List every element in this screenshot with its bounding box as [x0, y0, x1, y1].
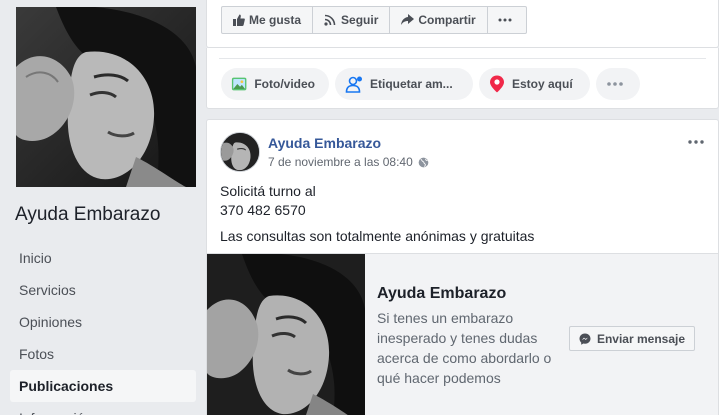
thumbs-up-icon [233, 14, 245, 26]
post-body: Solicitá turno al 370 482 6570 Las consu… [220, 182, 534, 246]
ellipsis-icon [606, 82, 623, 86]
location-pin-icon [490, 75, 504, 93]
post-text-line: Las consultas son totalmente anónimas y … [220, 228, 535, 244]
tag-people-icon [345, 76, 362, 93]
follow-label: Seguir [341, 13, 379, 27]
share-button[interactable]: Compartir [390, 7, 488, 33]
check-in-label: Estoy aquí [512, 77, 573, 91]
share-label: Compartir [418, 13, 476, 27]
tag-friends-label: Etiquetar am... [370, 77, 453, 91]
send-message-label: Enviar mensaje [596, 331, 686, 346]
divider [219, 58, 706, 59]
composer-card: Foto/video Etiquetar am... Estoy aquí [206, 48, 719, 109]
send-message-button[interactable]: Enviar mensaje [569, 326, 695, 351]
photo-icon [231, 77, 247, 91]
post-author[interactable]: Ayuda Embarazo [268, 135, 381, 151]
nav-item-opiniones[interactable]: Opiniones [10, 306, 196, 338]
attachment-photo [207, 254, 365, 415]
page-actions-card: Me gusta Seguir Compartir [206, 0, 719, 48]
ellipsis-icon [688, 140, 704, 144]
post-time-label[interactable]: 7 de noviembre a las 08:40 [268, 155, 413, 169]
attachment-title[interactable]: Ayuda Embarazo [377, 285, 506, 303]
post-options-button[interactable] [688, 131, 704, 147]
photo-video-label: Foto/video [254, 77, 315, 91]
nav-item-inicio[interactable]: Inicio [10, 242, 196, 274]
nav-item-servicios[interactable]: Servicios [10, 274, 196, 306]
globe-icon[interactable] [418, 157, 429, 168]
ellipsis-icon [498, 18, 512, 22]
like-button[interactable]: Me gusta [222, 7, 314, 33]
follow-button[interactable]: Seguir [313, 7, 391, 33]
tag-friends-button[interactable]: Etiquetar am... [335, 68, 473, 100]
left-column: Ayuda Embarazo Inicio Servicios Opinione… [0, 0, 206, 415]
post-timestamp: 7 de noviembre a las 08:40 [268, 155, 429, 169]
composer-more-button[interactable] [596, 68, 640, 100]
page-action-buttons: Me gusta Seguir Compartir [221, 6, 527, 34]
rss-icon [324, 14, 336, 26]
portrait-image [16, 7, 196, 187]
nav-item-informacion[interactable]: Información [10, 402, 196, 415]
attachment-description: Si tenes un embarazo inesperado y tenes … [377, 310, 552, 386]
post-attachment[interactable]: Ayuda Embarazo Si tenes un embarazo ines… [207, 253, 718, 415]
nav-item-publicaciones[interactable]: Publicaciones [10, 370, 196, 402]
share-arrow-icon [401, 14, 415, 25]
like-label: Me gusta [249, 13, 302, 27]
more-actions-button[interactable] [488, 7, 526, 33]
photo-video-button[interactable]: Foto/video [221, 68, 329, 100]
post-text-line: Solicitá turno al [220, 183, 316, 199]
messenger-icon [579, 333, 591, 345]
author-avatar[interactable] [220, 132, 260, 172]
page-nav: Inicio Servicios Opiniones Fotos Publica… [10, 242, 196, 415]
portrait-image [207, 254, 365, 415]
check-in-button[interactable]: Estoy aquí [479, 68, 590, 100]
avatar-image [221, 133, 259, 171]
nav-item-fotos[interactable]: Fotos [10, 338, 196, 370]
post-card: Ayuda Embarazo 7 de noviembre a las 08:4… [206, 119, 719, 415]
page-name[interactable]: Ayuda Embarazo [15, 204, 160, 226]
post-text-line: 370 482 6570 [220, 202, 306, 218]
profile-photo[interactable] [16, 7, 196, 187]
